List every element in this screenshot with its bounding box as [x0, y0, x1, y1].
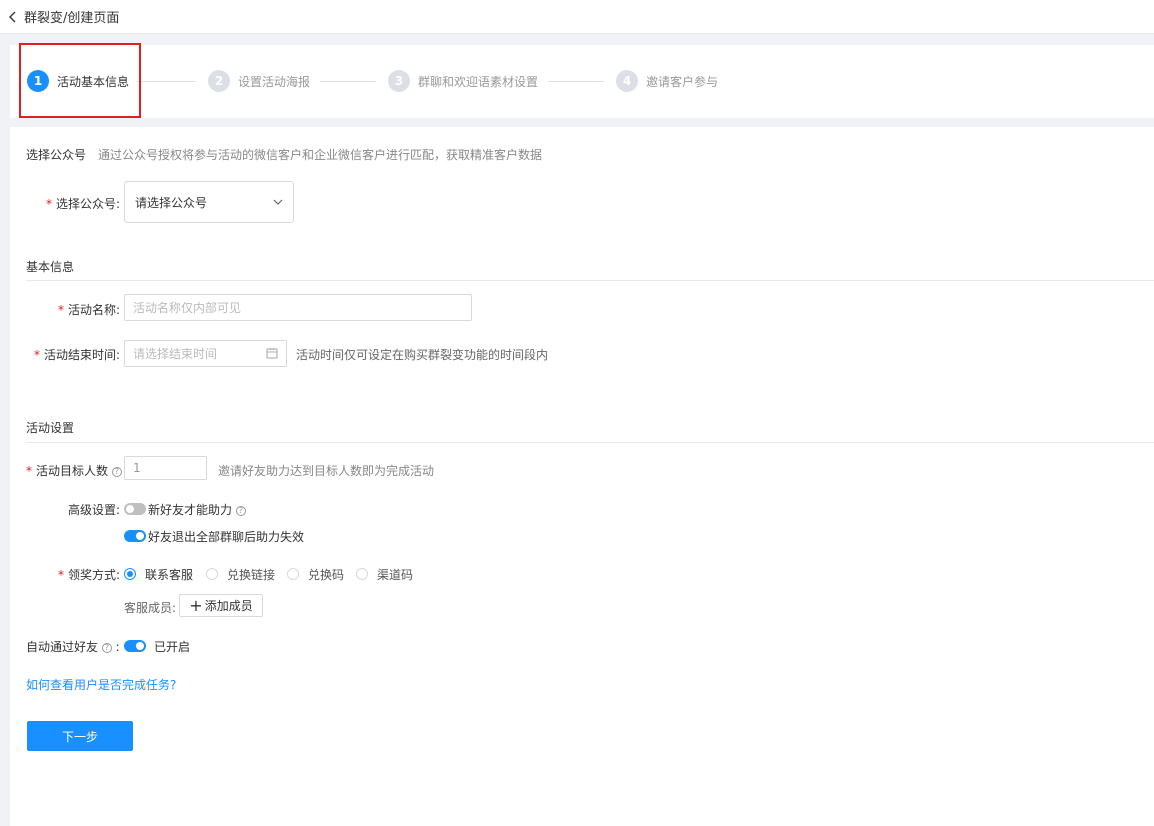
end-time-picker[interactable]: 请选择结束时间 [124, 340, 287, 367]
new-friend-toggle-label: 新好友才能助力 ? [148, 501, 246, 518]
question-icon[interactable]: ? [111, 466, 122, 477]
breadcrumb-title: 群裂变/创建页面 [24, 11, 120, 26]
account-select[interactable]: 请选择公众号 [124, 181, 294, 223]
steps-bar: 1 活动基本信息 2 设置活动海报 3 群聊和欢迎语素材设置 4 邀请客户参与 [10, 45, 1154, 118]
step-number: 2 [208, 70, 230, 92]
end-time-label: * 活动结束时间: [33, 348, 120, 362]
reward-option-radio[interactable] [287, 568, 299, 580]
top-bar: 群裂变/创建页面 [0, 0, 1154, 34]
step-highlight-box [19, 43, 141, 118]
new-friend-toggle[interactable] [124, 503, 146, 515]
next-step-button[interactable]: 下一步 [27, 721, 133, 751]
staff-member-label: 客服成员: [124, 601, 177, 615]
question-icon[interactable]: ? [235, 505, 246, 516]
step-connector [548, 81, 604, 82]
basic-section-title: 基本信息 [26, 260, 75, 274]
exit-group-toggle[interactable] [124, 530, 146, 542]
plus-icon: + [189, 595, 203, 615]
step-label: 邀请客户参与 [646, 74, 719, 89]
calendar-icon [266, 347, 278, 362]
question-icon[interactable]: ? [101, 642, 112, 653]
step-2[interactable]: 2 设置活动海报 [208, 70, 310, 92]
step-connector [137, 81, 195, 82]
account-section-title: 选择公众号 [26, 148, 87, 162]
step-3[interactable]: 3 群聊和欢迎语素材设置 [388, 70, 538, 92]
step-connector [320, 81, 376, 82]
reward-option-label: 兑换码 [308, 568, 345, 582]
account-section-hint: 通过公众号授权将参与活动的微信客户和企业微信客户进行匹配，获取精准客户数据 [98, 148, 543, 162]
advanced-settings-label: 高级设置: [67, 503, 120, 517]
section-divider [26, 280, 1154, 281]
chevron-down-icon [273, 198, 283, 206]
auto-accept-toggle[interactable] [124, 640, 146, 652]
chevron-left-icon [8, 9, 22, 25]
account-field-label: * 选择公众号: [45, 197, 120, 211]
reward-option-label: 联系客服 [145, 568, 194, 582]
help-task-link[interactable]: 如何查看用户是否完成任务? [26, 676, 176, 693]
back-link[interactable]: 群裂变/创建页面 [8, 7, 119, 26]
reward-method-label: * 领奖方式: [57, 568, 120, 582]
reward-option-radio[interactable] [206, 568, 218, 580]
account-select-value: 请选择公众号 [135, 195, 208, 210]
auto-accept-status: 已开启 [154, 640, 191, 654]
settings-section-title: 活动设置 [26, 421, 75, 435]
target-hint: 邀请好友助力达到目标人数即为完成活动 [218, 464, 435, 478]
target-label: * 活动目标人数 ? [26, 462, 122, 479]
reward-option-radio[interactable] [124, 568, 136, 580]
activity-name-label: * 活动名称: [57, 303, 120, 317]
auto-accept-label: 自动通过好友 ? : [26, 640, 120, 654]
reward-option-label: 渠道码 [377, 568, 414, 582]
exit-group-toggle-label: 好友退出全部群聊后助力失效 [148, 530, 305, 544]
reward-option-radio[interactable] [356, 568, 368, 580]
step-number: 3 [388, 70, 410, 92]
step-label: 设置活动海报 [238, 74, 311, 89]
step-4[interactable]: 4 邀请客户参与 [616, 70, 718, 92]
target-count-input[interactable] [124, 456, 207, 480]
activity-name-input[interactable] [124, 294, 472, 321]
step-number: 4 [616, 70, 638, 92]
section-divider [26, 442, 1154, 443]
add-member-button[interactable]: + 添加成员 [179, 594, 263, 617]
reward-option-label: 兑换链接 [227, 568, 276, 582]
step-label: 群聊和欢迎语素材设置 [418, 74, 539, 89]
form-panel: 选择公众号 通过公众号授权将参与活动的微信客户和企业微信客户进行匹配，获取精准客… [10, 127, 1154, 826]
end-time-placeholder: 请选择结束时间 [133, 347, 218, 361]
end-time-hint: 活动时间仅可设定在购买群裂变功能的时间段内 [296, 348, 549, 362]
